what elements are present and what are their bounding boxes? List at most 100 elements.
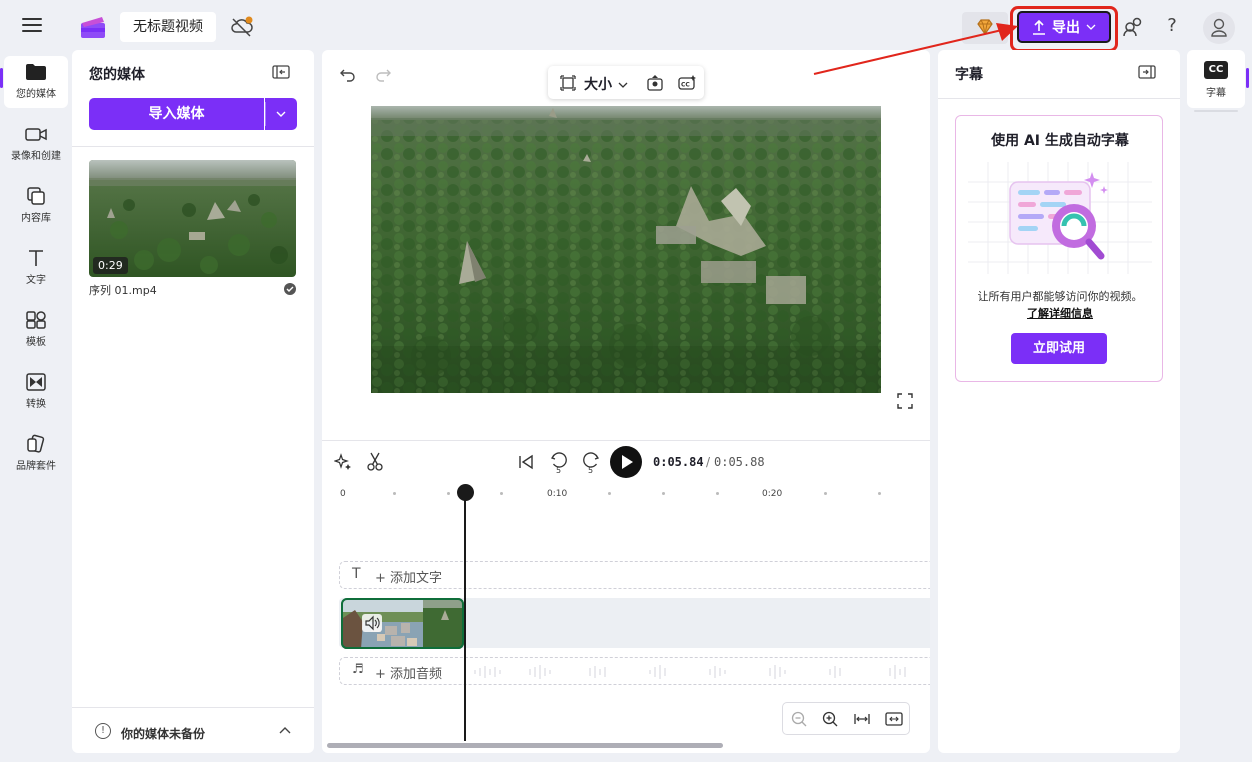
timeline-scrollbar[interactable] — [327, 743, 723, 748]
forward-seconds: 5 — [588, 466, 593, 474]
zoom-in-icon[interactable] — [821, 710, 839, 728]
nav-your-media[interactable]: 您的媒体 — [4, 56, 68, 108]
cc-icon: CC — [1204, 61, 1228, 79]
info-icon: ! — [95, 723, 111, 739]
nav-text[interactable]: 文字 — [4, 242, 68, 294]
account-avatar-icon[interactable] — [1203, 12, 1235, 44]
fit-timeline-icon[interactable] — [853, 710, 871, 728]
share-icon[interactable] — [1122, 16, 1144, 38]
hamburger-menu-icon[interactable] — [22, 18, 42, 34]
add-text-track[interactable]: T + 添加文字 — [339, 561, 930, 589]
editor-panel: 大小 CC 5 5 0:05.84 / 0:05.88 0 0:10 0:20 … — [322, 50, 930, 753]
import-options-button[interactable] — [265, 98, 297, 130]
auto-captions-icon[interactable]: CC — [678, 74, 696, 92]
camera-icon — [25, 128, 47, 141]
media-filename: 序列 01.mp4 — [89, 284, 157, 297]
video-preview[interactable] — [371, 106, 881, 393]
ruler-tick-label: 0:10 — [547, 489, 568, 499]
ruler-tick-label: 0 — [340, 489, 346, 499]
scissors-icon[interactable] — [366, 452, 384, 472]
zoom-out-icon[interactable] — [790, 710, 808, 728]
top-bar: 无标题视频 导出 ? — [0, 0, 1252, 52]
text-icon: T — [352, 566, 361, 582]
diamond-icon — [977, 19, 993, 36]
ruler-tick — [716, 492, 719, 495]
divider — [72, 146, 314, 147]
add-text-label: + 添加文字 — [375, 571, 443, 586]
speaker-icon[interactable] — [362, 614, 382, 632]
music-note-icon: ♬ — [352, 662, 364, 677]
background-remover-icon[interactable] — [646, 74, 664, 92]
nav-active-indicator — [0, 68, 3, 88]
ruler-tick-label: 0:20 — [762, 489, 783, 499]
size-dropdown[interactable]: 大小 — [584, 74, 612, 94]
nav-label: 模板 — [26, 337, 46, 348]
media-duration-badge: 0:29 — [93, 257, 128, 274]
collapse-panel-icon[interactable] — [1138, 64, 1156, 80]
nav-label: 转换 — [26, 399, 46, 410]
chevron-down-icon — [1086, 24, 1096, 30]
import-media-button[interactable]: 导入媒体 — [89, 98, 264, 130]
nav-label: 品牌套件 — [16, 461, 56, 472]
playhead-line[interactable] — [464, 495, 466, 741]
captions-tab[interactable]: CC 字幕 — [1187, 50, 1245, 108]
timeline-view-icon[interactable] — [885, 710, 903, 728]
transitions-icon — [26, 373, 46, 391]
nav-templates[interactable]: 模板 — [4, 304, 68, 356]
undo-icon[interactable] — [339, 66, 357, 82]
help-icon[interactable]: ? — [1162, 15, 1182, 37]
card-title: 使用 AI 生成自动字幕 — [991, 133, 1129, 149]
try-now-button[interactable]: 立即试用 — [1011, 333, 1107, 364]
export-button[interactable]: 导出 — [1017, 11, 1111, 43]
tab-active-indicator — [1246, 68, 1249, 88]
left-navigation: 您的媒体 录像和创建 内容库 文字 模板 转换 品牌套件 — [0, 50, 72, 762]
current-time: 0:05.84 — [653, 455, 704, 469]
fullscreen-icon[interactable] — [897, 393, 913, 409]
nav-brand-kit[interactable]: 品牌套件 — [4, 428, 68, 480]
nav-label: 内容库 — [21, 213, 51, 224]
rewind-5-icon[interactable]: 5 — [550, 452, 568, 475]
time-separator: / — [706, 455, 711, 469]
add-audio-track[interactable]: ♬ + 添加音频 — [339, 657, 930, 685]
forward-5-icon[interactable]: 5 — [582, 452, 600, 475]
divider — [938, 98, 1180, 99]
cloud-offline-icon[interactable] — [230, 16, 254, 38]
skip-to-start-icon[interactable] — [518, 454, 534, 470]
ruler-tick — [447, 492, 450, 495]
magic-sparkle-icon[interactable] — [333, 453, 352, 471]
nav-record-create[interactable]: 录像和创建 — [4, 118, 68, 170]
redo-icon[interactable] — [374, 66, 392, 82]
ruler-tick — [662, 492, 665, 495]
nav-label: 文字 — [26, 275, 46, 286]
ai-captions-card: 使用 AI 生成自动字幕 让所有用户都能够访问你的视频。 了解详细信息 立即试用 — [955, 115, 1163, 382]
preview-toolbar: 大小 CC — [548, 66, 704, 99]
panel-title: 字幕 — [955, 67, 983, 83]
nav-label: 录像和创建 — [11, 151, 61, 162]
video-clip[interactable] — [341, 598, 464, 649]
zoom-controls — [782, 702, 910, 735]
tab-label: 字幕 — [1206, 88, 1226, 99]
check-icon — [284, 283, 296, 295]
folder-icon — [26, 64, 46, 80]
nav-transitions[interactable]: 转换 — [4, 366, 68, 418]
nav-content-library[interactable]: 内容库 — [4, 180, 68, 232]
divider — [72, 707, 314, 708]
audio-waveform-placeholder — [474, 665, 906, 679]
svg-text:CC: CC — [681, 82, 690, 89]
backup-status-text: 你的媒体未备份 — [121, 727, 206, 741]
brand-kit-icon — [27, 434, 45, 453]
nav-label: 您的媒体 — [16, 89, 56, 100]
project-title-input[interactable]: 无标题视频 — [120, 12, 216, 42]
ruler-tick — [393, 492, 396, 495]
ruler-tick — [500, 492, 503, 495]
learn-more-link[interactable]: 了解详细信息 — [956, 305, 1164, 321]
library-icon — [27, 187, 45, 205]
play-button[interactable] — [610, 446, 642, 478]
collapse-panel-icon[interactable] — [272, 64, 290, 80]
ruler-tick — [608, 492, 611, 495]
aspect-ratio-icon[interactable] — [560, 75, 576, 91]
playhead-handle[interactable] — [457, 484, 474, 501]
divider — [322, 440, 930, 441]
chevron-up-icon[interactable] — [278, 725, 292, 737]
premium-button[interactable] — [962, 12, 1008, 44]
